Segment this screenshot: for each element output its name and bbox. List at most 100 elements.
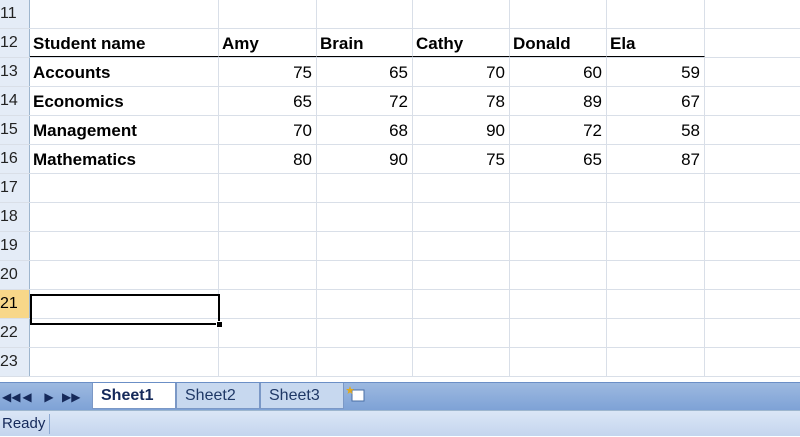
score-cell[interactable]: 75	[219, 58, 317, 86]
cell[interactable]	[317, 203, 413, 231]
score-cell[interactable]: 72	[317, 87, 413, 115]
score-cell[interactable]: 65	[510, 145, 607, 173]
cell[interactable]	[219, 319, 317, 347]
subject-cell[interactable]: Mathematics	[30, 145, 219, 173]
cell[interactable]	[317, 232, 413, 260]
cell[interactable]	[413, 348, 510, 376]
row-header[interactable]: 17	[0, 174, 30, 202]
tab-sheet1[interactable]: Sheet1	[92, 383, 176, 409]
cell[interactable]	[219, 232, 317, 260]
cell[interactable]	[705, 174, 800, 202]
row-header[interactable]: 19	[0, 232, 30, 260]
cell[interactable]	[705, 232, 800, 260]
fill-handle[interactable]	[216, 321, 223, 328]
cell[interactable]	[705, 290, 800, 318]
cell[interactable]	[607, 0, 705, 28]
cell[interactable]	[317, 0, 413, 28]
score-cell[interactable]: 70	[219, 116, 317, 144]
score-cell[interactable]: 65	[317, 58, 413, 86]
cell[interactable]	[705, 29, 800, 57]
subject-cell[interactable]: Management	[30, 116, 219, 144]
first-sheet-icon[interactable]: ◀◀	[2, 389, 20, 405]
cell[interactable]	[30, 261, 219, 289]
score-cell[interactable]: 59	[607, 58, 705, 86]
cell[interactable]	[219, 348, 317, 376]
cell[interactable]	[705, 0, 800, 28]
cell[interactable]	[219, 0, 317, 28]
cell[interactable]	[30, 232, 219, 260]
cell[interactable]	[510, 0, 607, 28]
row-header[interactable]: 11	[0, 0, 30, 28]
tab-sheet2[interactable]: Sheet2	[176, 383, 260, 409]
column-header-cell[interactable]: Brain	[317, 29, 413, 57]
score-cell[interactable]: 78	[413, 87, 510, 115]
cell[interactable]	[413, 174, 510, 202]
score-cell[interactable]: 75	[413, 145, 510, 173]
cell[interactable]	[30, 0, 219, 28]
column-header-cell[interactable]: Student name	[30, 29, 219, 57]
cell[interactable]	[413, 319, 510, 347]
cell[interactable]	[510, 232, 607, 260]
cell[interactable]	[705, 319, 800, 347]
score-cell[interactable]: 89	[510, 87, 607, 115]
cell[interactable]	[510, 174, 607, 202]
row-header[interactable]: 20	[0, 261, 30, 289]
cell[interactable]	[317, 174, 413, 202]
cell[interactable]	[317, 261, 413, 289]
cell[interactable]	[607, 174, 705, 202]
row-header[interactable]: 15	[0, 116, 30, 144]
cell[interactable]	[705, 145, 800, 173]
cell[interactable]	[510, 319, 607, 347]
score-cell[interactable]: 72	[510, 116, 607, 144]
cell[interactable]	[413, 203, 510, 231]
cell[interactable]	[317, 348, 413, 376]
cell[interactable]	[413, 0, 510, 28]
cell[interactable]	[607, 261, 705, 289]
cell[interactable]	[510, 203, 607, 231]
score-cell[interactable]: 65	[219, 87, 317, 115]
cell[interactable]	[317, 290, 413, 318]
score-cell[interactable]: 87	[607, 145, 705, 173]
cell[interactable]	[219, 203, 317, 231]
cell[interactable]	[705, 348, 800, 376]
column-header-cell[interactable]: Donald	[510, 29, 607, 57]
score-cell[interactable]: 68	[317, 116, 413, 144]
cell[interactable]	[30, 203, 219, 231]
cell[interactable]	[705, 58, 800, 86]
cell[interactable]	[705, 87, 800, 115]
cell[interactable]	[510, 261, 607, 289]
cell[interactable]	[413, 261, 510, 289]
row-header-selected[interactable]: 21	[0, 290, 30, 318]
cell[interactable]	[705, 261, 800, 289]
cell[interactable]	[607, 203, 705, 231]
row-header[interactable]: 18	[0, 203, 30, 231]
score-cell[interactable]: 80	[219, 145, 317, 173]
row-header[interactable]: 22	[0, 319, 30, 347]
row-header[interactable]: 12	[0, 29, 30, 57]
score-cell[interactable]: 60	[510, 58, 607, 86]
cell[interactable]	[219, 174, 317, 202]
cell[interactable]	[510, 290, 607, 318]
column-header-cell[interactable]: Cathy	[413, 29, 510, 57]
previous-sheet-icon[interactable]: ◀	[20, 389, 34, 405]
cell[interactable]	[30, 174, 219, 202]
score-cell[interactable]: 70	[413, 58, 510, 86]
cell[interactable]	[219, 261, 317, 289]
row-header[interactable]: 14	[0, 87, 30, 115]
cell[interactable]	[413, 232, 510, 260]
cell[interactable]	[607, 348, 705, 376]
cell[interactable]	[705, 116, 800, 144]
cell[interactable]	[219, 290, 317, 318]
score-cell[interactable]: 58	[607, 116, 705, 144]
tab-sheet3[interactable]: Sheet3	[260, 383, 344, 409]
column-header-cell[interactable]: Amy	[219, 29, 317, 57]
insert-worksheet-icon[interactable]	[344, 385, 370, 407]
cell[interactable]	[607, 232, 705, 260]
cell[interactable]	[607, 290, 705, 318]
cell[interactable]	[510, 348, 607, 376]
row-header[interactable]: 23	[0, 348, 30, 376]
cell[interactable]	[705, 203, 800, 231]
score-cell[interactable]: 90	[413, 116, 510, 144]
score-cell[interactable]: 90	[317, 145, 413, 173]
row-header[interactable]: 13	[0, 58, 30, 86]
